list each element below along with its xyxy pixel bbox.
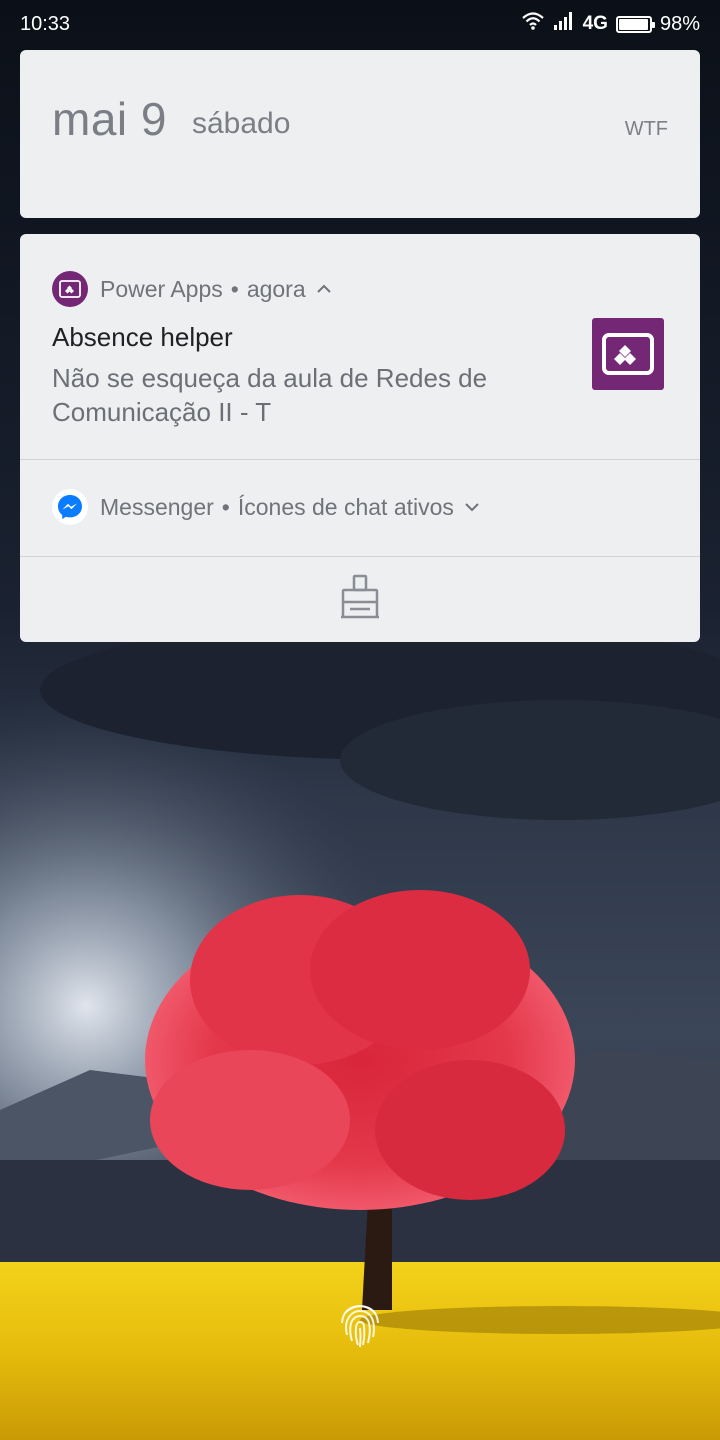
fingerprint-icon[interactable] (333, 1297, 387, 1351)
app-name: Messenger (100, 493, 214, 520)
messenger-icon (52, 489, 88, 525)
separator: • (221, 493, 230, 520)
chevron-up-icon[interactable] (316, 283, 332, 295)
notification-summary: Ícones de chat ativos (237, 493, 454, 520)
notification-time: agora (246, 275, 306, 302)
weekday-label: sábado (192, 107, 291, 140)
notification-panel: Power Apps • agora Absence helper Não se… (20, 234, 700, 642)
battery-icon (615, 15, 655, 33)
battery-percent: 98% (659, 12, 700, 35)
battery-level (618, 18, 649, 30)
network-type: 4G (582, 13, 608, 34)
notification-title: Absence helper (52, 322, 233, 352)
status-bar: 10:33 4G 98% (0, 0, 720, 50)
location-label: WTF (624, 118, 668, 140)
divider (20, 459, 700, 460)
clear-all-button[interactable] (20, 557, 700, 642)
app-name: Power Apps (100, 275, 223, 302)
wifi-icon (521, 11, 545, 37)
power-apps-large-icon (592, 318, 664, 390)
status-icons: 4G 98% (521, 11, 700, 37)
date-card[interactable]: mai 9 sábado WTF (20, 50, 700, 218)
broom-clear-icon (338, 573, 382, 626)
separator: • (230, 275, 239, 302)
date-label: mai 9 (52, 93, 167, 145)
power-apps-icon (52, 271, 88, 307)
status-time: 10:33 (20, 13, 71, 35)
messenger-notification[interactable]: Messenger • Ícones de chat ativos (52, 489, 480, 525)
notification-body: Não se esqueça da aula de Redes de Comun… (52, 363, 488, 427)
signal-icon (553, 11, 575, 37)
notification-header: Power Apps • agora (52, 271, 332, 307)
chevron-down-icon[interactable] (464, 501, 480, 513)
